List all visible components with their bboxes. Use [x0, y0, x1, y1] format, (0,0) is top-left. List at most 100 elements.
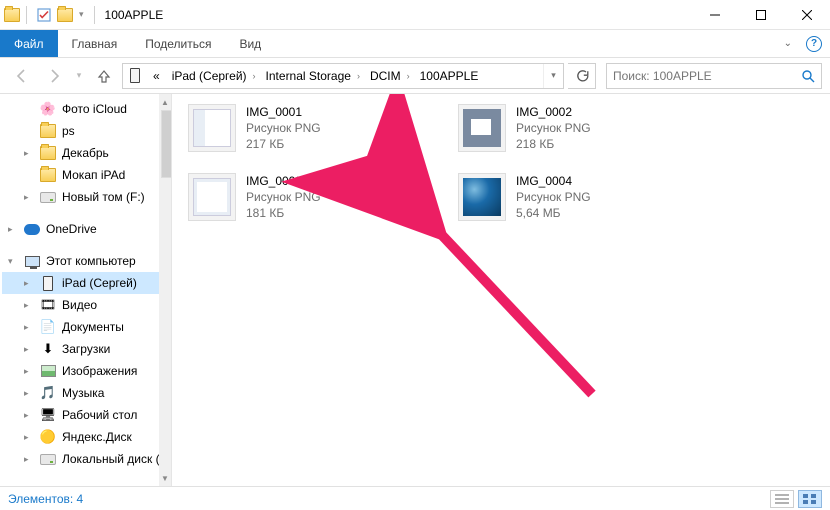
tree-item[interactable]: ps: [2, 120, 171, 142]
scroll-up-icon[interactable]: ▲: [159, 94, 171, 110]
nav-up-button[interactable]: [90, 62, 118, 90]
file-name: IMG_0003: [246, 173, 321, 189]
expander-icon[interactable]: ▸: [24, 454, 34, 465]
tree-item-label: ps: [62, 124, 75, 138]
tree-item[interactable]: ▸🎵Музыка: [2, 382, 171, 404]
navigation-pane: 🌸Фото iCloud ps ▸ДекабрьМокап iPAd ▸ Новый т…: [0, 94, 172, 486]
maximize-button[interactable]: [738, 0, 784, 30]
tree-item-label: OneDrive: [46, 222, 97, 236]
tab-home[interactable]: Главная: [58, 30, 132, 57]
tree-item-label: iPad (Сергей): [62, 276, 137, 290]
qat-separator-2: [94, 6, 95, 24]
scroll-down-icon[interactable]: ▼: [159, 470, 171, 486]
breadcrumb-1[interactable]: Internal Storage›: [260, 64, 364, 88]
scroll-thumb[interactable]: [161, 110, 172, 178]
tree-item-label: Этот компьютер: [46, 254, 136, 268]
ribbon: Файл Главная Поделиться Вид ⌄ ?: [0, 30, 830, 58]
expander-icon[interactable]: ▸: [24, 366, 34, 377]
expander-icon[interactable]: ▸: [24, 388, 34, 399]
search-box[interactable]: [606, 63, 822, 89]
file-item[interactable]: IMG_0001Рисунок PNG217 КБ: [188, 104, 428, 153]
qat-separator: [26, 6, 27, 24]
tree-item[interactable]: ▸📄Документы: [2, 316, 171, 338]
help-icon[interactable]: ?: [806, 36, 822, 52]
tree-item-label: Изображения: [62, 364, 137, 378]
body: 🌸Фото iCloud ps ▸ДекабрьМокап iPAd ▸ Новый т…: [0, 94, 830, 486]
tree-item[interactable]: ▸🎞Видео: [2, 294, 171, 316]
folder-icon-2: [57, 7, 73, 23]
expander-icon[interactable]: ▸: [24, 410, 34, 421]
tree-item[interactable]: ▸🟡Яндекс.Диск: [2, 426, 171, 448]
nav-recent-dropdown[interactable]: ▾: [72, 62, 86, 90]
status-item-count: Элементов: 4: [8, 492, 83, 506]
desktop-icon: 🖥: [40, 407, 56, 423]
tab-share[interactable]: Поделиться: [131, 30, 225, 57]
expander-icon[interactable]: ▸: [24, 344, 34, 355]
tree-item-label: Новый том (F:): [62, 190, 145, 204]
nav-back-button[interactable]: [8, 62, 36, 90]
expander-icon[interactable]: ▸: [24, 192, 34, 203]
tree-item[interactable]: ▸🖥Рабочий стол: [2, 404, 171, 426]
expander-icon[interactable]: ▸: [24, 432, 34, 443]
photos-icon: 🌸: [40, 101, 56, 117]
file-type: Рисунок PNG: [516, 120, 591, 136]
tree-item[interactable]: ▸Локальный диск (: [2, 448, 171, 470]
tree-item[interactable]: ▸ Изображения: [2, 360, 171, 382]
content-pane[interactable]: IMG_0001Рисунок PNG217 КБ IMG_0002Рисунок…: [172, 94, 830, 486]
window-title: 100APPLE: [99, 0, 164, 29]
qat-properties-icon[interactable]: [33, 4, 55, 26]
folder-icon: [40, 123, 56, 139]
tree-item-label: Музыка: [62, 386, 104, 400]
expander-icon[interactable]: ▾: [8, 256, 18, 267]
device-icon: [123, 68, 147, 83]
breadcrumb-2[interactable]: DCIM›: [364, 64, 414, 88]
yadisk-icon: 🟡: [40, 429, 56, 445]
tree-item[interactable]: ▸ OneDrive: [2, 218, 171, 240]
titlebar: ▾ 100APPLE: [0, 0, 830, 30]
search-input[interactable]: [607, 68, 795, 84]
close-button[interactable]: [784, 0, 830, 30]
tree-item[interactable]: Мокап iPAd: [2, 164, 171, 186]
breadcrumb-root[interactable]: «: [147, 64, 166, 88]
minimize-button[interactable]: [692, 0, 738, 30]
tree-item[interactable]: ▸ Новый том (F:): [2, 186, 171, 208]
expander-icon[interactable]: ▸: [24, 322, 34, 333]
file-item[interactable]: IMG_0002Рисунок PNG218 КБ: [458, 104, 698, 153]
tree-item[interactable]: 🌸Фото iCloud: [2, 98, 171, 120]
nav-scrollbar[interactable]: ▲ ▼: [159, 94, 171, 486]
tree-item-label: Загрузки: [62, 342, 110, 356]
breadcrumb-3[interactable]: 100APPLE: [414, 64, 485, 88]
tree-item[interactable]: ▸⬇Загрузки: [2, 338, 171, 360]
tree-item[interactable]: ▸Декабрь: [2, 142, 171, 164]
qat-dropdown-icon[interactable]: ▾: [75, 9, 88, 20]
device-icon: [40, 275, 56, 291]
status-bar: Элементов: 4: [0, 486, 830, 510]
file-type: Рисунок PNG: [246, 120, 321, 136]
folder-icon: [40, 145, 56, 161]
file-item[interactable]: IMG_0003Рисунок PNG181 КБ: [188, 173, 428, 222]
search-icon[interactable]: [795, 69, 821, 83]
folder-icon: [40, 167, 56, 183]
tab-view[interactable]: Вид: [225, 30, 275, 57]
tab-file[interactable]: Файл: [0, 30, 58, 57]
view-details-button[interactable]: [770, 490, 794, 508]
expander-icon[interactable]: ▸: [24, 148, 34, 159]
cloud-icon: [24, 221, 40, 237]
ribbon-collapse-icon[interactable]: ⌄: [784, 38, 792, 49]
tree-item[interactable]: ▸ iPad (Сергей): [2, 272, 171, 294]
drive-icon: [40, 189, 56, 205]
file-thumbnail: [458, 104, 506, 152]
expander-icon[interactable]: ▸: [24, 278, 34, 289]
address-bar[interactable]: « iPad (Сергей)› Internal Storage› DCIM›…: [122, 63, 564, 89]
nav-forward-button[interactable]: [40, 62, 68, 90]
tree-item[interactable]: ▾ Этот компьютер: [2, 250, 171, 272]
view-large-icons-button[interactable]: [798, 490, 822, 508]
file-thumbnail: [458, 173, 506, 221]
file-size: 218 КБ: [516, 136, 591, 152]
file-item[interactable]: IMG_0004Рисунок PNG5,64 МБ: [458, 173, 698, 222]
refresh-button[interactable]: [568, 63, 596, 89]
breadcrumb-0[interactable]: iPad (Сергей)›: [166, 64, 260, 88]
address-history-dropdown[interactable]: ▾: [543, 64, 563, 88]
expander-icon[interactable]: ▸: [8, 224, 18, 235]
expander-icon[interactable]: ▸: [24, 300, 34, 311]
